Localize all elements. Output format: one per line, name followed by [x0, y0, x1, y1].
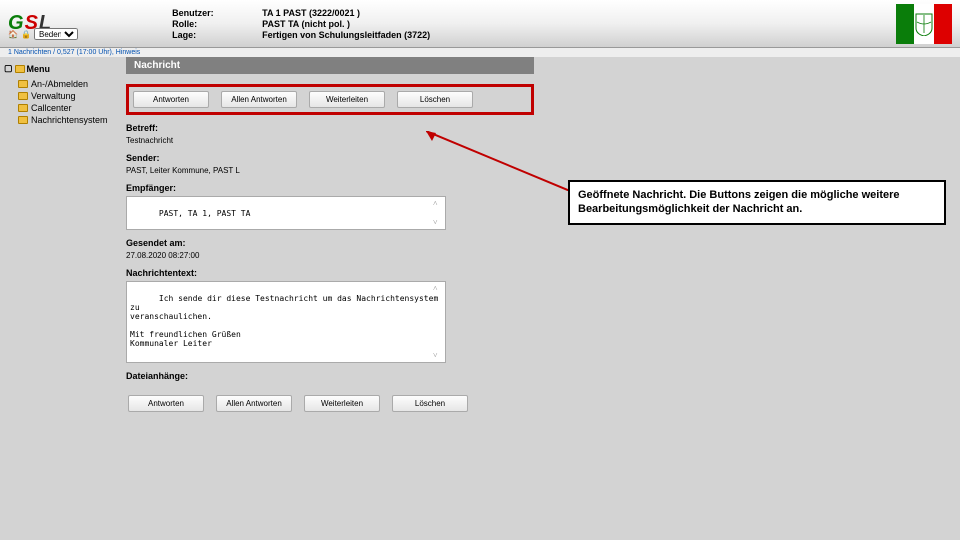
tree-root[interactable]: ▢ Menu: [4, 63, 116, 74]
delete-button[interactable]: Löschen: [397, 91, 473, 108]
sidebar: ▢ Menu An-/Abmelden Verwaltung Callcente…: [0, 57, 120, 537]
delete-button[interactable]: Löschen: [392, 395, 468, 412]
status-line: 1 Nachrichten / 0,527 (17:00 Uhr), Hinwe…: [0, 48, 960, 57]
sidebar-item-label: Callcenter: [31, 103, 72, 113]
folder-icon: [18, 92, 28, 100]
state-crest: [896, 4, 952, 44]
role-label: Rolle:: [172, 19, 252, 29]
reply-all-button[interactable]: Allen Antworten: [221, 91, 297, 108]
sidebar-item-label: Nachrichtensystem: [31, 115, 108, 125]
forward-button[interactable]: Weiterleiten: [309, 91, 385, 108]
body-label: Nachrichtentext:: [126, 268, 534, 278]
role-value: PAST TA (nicht pol. ): [262, 19, 430, 29]
recipients-label: Empfänger:: [126, 183, 534, 193]
forward-button[interactable]: Weiterleiten: [304, 395, 380, 412]
subject-label: Betreff:: [126, 123, 534, 133]
header-info: Benutzer: TA 1 PAST (3222/0021 ) Rolle: …: [172, 8, 430, 40]
user-label: Benutzer:: [172, 8, 252, 18]
callout-box: Geöffnete Nachricht. Die Buttons zeigen …: [568, 180, 946, 225]
user-value: TA 1 PAST (3222/0021 ): [262, 8, 430, 18]
folder-icon: [18, 80, 28, 88]
sidebar-item-verwaltung[interactable]: Verwaltung: [4, 90, 116, 102]
lage-value: Fertigen von Schulungsleitfaden (3722): [262, 30, 430, 40]
main-area: ▢ Menu An-/Abmelden Verwaltung Callcente…: [0, 57, 960, 537]
scrollbar[interactable]: ˄˅: [433, 284, 443, 360]
scrollbar[interactable]: ˄˅: [433, 199, 443, 227]
reply-button[interactable]: Antworten: [133, 91, 209, 108]
reply-button[interactable]: Antworten: [128, 395, 204, 412]
sender-value: PAST, Leiter Kommune, PAST L: [126, 166, 534, 175]
reply-all-button[interactable]: Allen Antworten: [216, 395, 292, 412]
recipients-box[interactable]: PAST, TA 1, PAST TA ˄˅: [126, 196, 446, 230]
folder-icon: [18, 116, 28, 124]
minus-icon: ▢: [4, 63, 13, 74]
header-select[interactable]: Beden: [34, 28, 78, 40]
folder-icon: [15, 65, 25, 73]
message-panel: Nachricht Antworten Allen Antworten Weit…: [120, 57, 540, 537]
sidebar-item-anmelden[interactable]: An-/Abmelden: [4, 78, 116, 90]
lage-label: Lage:: [172, 30, 252, 40]
lock-icon[interactable]: 🔒: [21, 29, 31, 39]
tree-root-label: Menu: [27, 64, 51, 74]
body-box[interactable]: Ich sende dir diese Testnachricht um das…: [126, 281, 446, 363]
header-toolbar: 🏠 🔒 Beden: [8, 28, 78, 40]
app-header: GSL 🏠 🔒 Beden Benutzer: TA 1 PAST (3222/…: [0, 0, 960, 48]
sender-label: Sender:: [126, 153, 534, 163]
subject-value: Testnachricht: [126, 136, 534, 145]
folder-icon: [18, 104, 28, 112]
sidebar-item-label: Verwaltung: [31, 91, 76, 101]
sidebar-item-label: An-/Abmelden: [31, 79, 88, 89]
sent-at-value: 27.08.2020 08:27:00: [126, 251, 534, 260]
button-row-top: Antworten Allen Antworten Weiterleiten L…: [126, 84, 534, 115]
sent-at-label: Gesendet am:: [126, 238, 534, 248]
home-icon[interactable]: 🏠: [8, 29, 18, 39]
attachments-label: Dateianhänge:: [126, 371, 534, 381]
sidebar-item-nachrichten[interactable]: Nachrichtensystem: [4, 114, 116, 126]
sidebar-item-callcenter[interactable]: Callcenter: [4, 102, 116, 114]
recipients-value: PAST, TA 1, PAST TA: [159, 209, 251, 218]
panel-title: Nachricht: [126, 57, 534, 74]
button-row-bottom: Antworten Allen Antworten Weiterleiten L…: [126, 393, 534, 414]
body-value: Ich sende dir diese Testnachricht um das…: [130, 294, 443, 348]
